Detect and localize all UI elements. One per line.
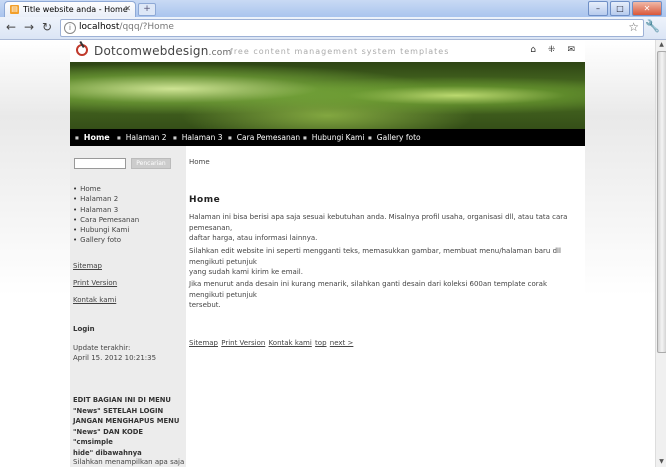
top-icons: ⌂ ⁜ ✉ xyxy=(530,45,575,55)
cms-favicon-icon: ▤ xyxy=(10,5,19,14)
update-date: April 15. 2012 10:21:35 xyxy=(73,354,157,362)
mail-icon[interactable]: ✉ xyxy=(567,45,575,55)
vertical-scrollbar[interactable]: ▲ ▼ xyxy=(655,40,666,467)
search-input[interactable] xyxy=(74,158,126,169)
footer-sitemap-link[interactable]: Sitemap xyxy=(189,339,218,347)
site-logo[interactable]: Dotcomwebdesign.com xyxy=(94,44,231,58)
back-arrow-icon[interactable]: ← xyxy=(6,20,16,34)
address-bar[interactable]: i localhost/qqq/?Home ☆ xyxy=(60,19,644,37)
tab-title: Title website anda - Home xyxy=(23,5,128,14)
header-banner-image xyxy=(70,62,585,129)
reload-icon[interactable]: ↻ xyxy=(42,20,52,34)
sidebar-sitemap-link[interactable]: Sitemap xyxy=(73,262,102,270)
forward-arrow-icon[interactable]: → xyxy=(24,20,34,34)
sidebar-contact-link[interactable]: Kontak kami xyxy=(73,296,116,304)
content-paragraph-2: Silahkan edit website ini seperti mengga… xyxy=(189,247,561,276)
nav-item-hubungi-kami[interactable]: Hubungi Kami xyxy=(303,133,365,142)
sidebar-print-link[interactable]: Print Version xyxy=(73,279,117,287)
footer-print-link[interactable]: Print Version xyxy=(221,339,265,347)
content-paragraph-1: Halaman ini bisa berisi apa saja sesuai … xyxy=(189,213,568,242)
sidebar-item-home[interactable]: Home xyxy=(73,184,139,194)
sidebar-item-halaman-2[interactable]: Halaman 2 xyxy=(73,194,139,204)
content-footer-links: Sitemap Print Version Kontak kami top ne… xyxy=(189,339,354,347)
nav-item-home[interactable]: Home xyxy=(75,133,110,142)
breadcrumb[interactable]: Home xyxy=(189,158,210,166)
close-window-button[interactable]: ✕ xyxy=(632,1,662,16)
page-title: Home xyxy=(189,195,221,205)
new-tab-button[interactable]: + xyxy=(138,3,156,16)
sidebar-item-halaman-3[interactable]: Halaman 3 xyxy=(73,205,139,215)
scroll-up-arrow-icon[interactable]: ▲ xyxy=(657,40,666,50)
logo-bar: Dotcomwebdesign.com free content managem… xyxy=(70,40,585,62)
sidebar-menu: Home Halaman 2 Halaman 3 Cara Pemesanan … xyxy=(73,184,139,246)
content-paragraph-3: Jika menurut anda desain ini kurang mena… xyxy=(189,280,547,309)
home-icon[interactable]: ⌂ xyxy=(530,45,536,55)
logo-icon xyxy=(76,44,88,56)
footer-next-link[interactable]: next > xyxy=(330,339,354,347)
sidebar-item-cara-pemesanan[interactable]: Cara Pemesanan xyxy=(73,215,139,225)
page-icon: i xyxy=(64,22,76,34)
sidebar-news-text: Silahkan menampilkan apa saja di xyxy=(73,458,185,466)
footer-top-link[interactable]: top xyxy=(315,339,326,347)
sidebar: Pencarian Home Halaman 2 Halaman 3 Cara … xyxy=(70,146,186,467)
nav-item-gallery-foto[interactable]: Gallery foto xyxy=(368,133,421,142)
scroll-down-arrow-icon[interactable]: ▼ xyxy=(657,457,666,467)
search-button[interactable]: Pencarian xyxy=(131,158,171,169)
nav-item-halaman-2[interactable]: Halaman 2 xyxy=(117,133,167,142)
footer-contact-link[interactable]: Kontak kami xyxy=(269,339,312,347)
maximize-button[interactable]: □ xyxy=(610,1,630,16)
window-controls: – □ ✕ xyxy=(588,1,662,16)
update-label: Update terakhir: xyxy=(73,344,131,352)
tab-close-icon[interactable]: ✕ xyxy=(124,4,131,13)
site-page: Dotcomwebdesign.com free content managem… xyxy=(70,40,585,467)
browser-tab[interactable]: ▤ Title website anda - Home ✕ xyxy=(4,1,136,18)
main-nav: Home Halaman 2 Halaman 3 Cara Pemesanan … xyxy=(70,129,585,146)
site-tagline: free content management system templates xyxy=(230,47,450,56)
sidebar-item-hubungi-kami[interactable]: Hubungi Kami xyxy=(73,225,139,235)
bookmark-star-icon[interactable]: ☆ xyxy=(628,20,639,34)
browser-toolbar: ← → ↻ i localhost/qqq/?Home ☆ 🔧 xyxy=(0,17,666,40)
edit-notice: EDIT BAGIAN INI DI MENU "News" SETELAH L… xyxy=(73,396,180,457)
page-viewport: Dotcomwebdesign.com free content managem… xyxy=(0,40,655,467)
url-text[interactable]: localhost/qqq/?Home xyxy=(79,22,174,32)
nav-item-halaman-3[interactable]: Halaman 3 xyxy=(173,133,223,142)
login-heading[interactable]: Login xyxy=(73,325,95,333)
title-bar: ▤ Title website anda - Home ✕ + – □ ✕ xyxy=(0,0,666,18)
wrench-icon[interactable]: 🔧 xyxy=(645,19,660,33)
main-content: Home Home Halaman ini bisa berisi apa sa… xyxy=(186,146,585,467)
sidebar-item-gallery-foto[interactable]: Gallery foto xyxy=(73,235,139,245)
sitemap-icon[interactable]: ⁜ xyxy=(548,45,556,55)
scroll-thumb[interactable] xyxy=(657,51,666,353)
minimize-button[interactable]: – xyxy=(588,1,608,16)
nav-item-cara-pemesanan[interactable]: Cara Pemesanan xyxy=(228,133,300,142)
